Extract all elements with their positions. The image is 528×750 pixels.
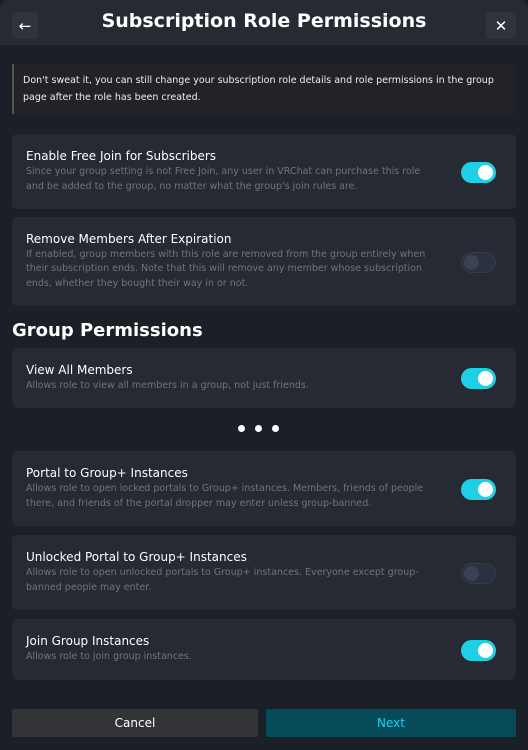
permission-title: Join Group Instances	[26, 634, 150, 649]
more-ellipsis-icon	[238, 425, 279, 432]
setting-remove-members: Remove Members After Expiration If enabl…	[12, 217, 516, 306]
setting-title: Enable Free Join for Subscribers	[26, 149, 217, 163]
close-icon: ✕	[494, 16, 508, 35]
setting-desc: Since your group setting is not Free Joi…	[26, 166, 421, 192]
permission-portal-group-plus: Portal to Group+ Instances Allows role t…	[12, 451, 516, 526]
header: ← Subscription Role Permissions ✕	[0, 0, 528, 45]
unlocked-portal-toggle[interactable]	[461, 562, 496, 584]
page-title: Subscription Role Permissions	[101, 10, 427, 32]
permission-title: Unlocked Portal to Group+ Instances	[26, 550, 247, 564]
close-button[interactable]: ✕	[486, 12, 516, 39]
setting-title: Remove Members After Expiration	[26, 231, 232, 246]
permission-desc: Allows role to open locked portals to Gr…	[26, 483, 424, 509]
setting-desc: If enabled, group members with this role…	[26, 248, 426, 289]
free-join-toggle[interactable]	[461, 161, 496, 183]
info-notice: Don't sweat it, you can still change you…	[12, 64, 516, 114]
permission-title: View All Members	[26, 362, 133, 377]
cancel-button[interactable]: Cancel	[12, 709, 258, 737]
permission-desc: Allows role to open unlocked portals to …	[26, 567, 419, 593]
join-instances-toggle[interactable]	[461, 639, 496, 661]
next-button[interactable]: Next	[266, 709, 516, 737]
setting-free-join: Enable Free Join for Subscribers Since y…	[12, 134, 516, 209]
remove-members-toggle[interactable]	[461, 251, 496, 273]
permission-join-instances: Join Group Instances Allows role to join…	[12, 619, 516, 680]
permission-view-all-members: View All Members Allows role to view all…	[12, 348, 516, 408]
permission-desc: Allows role to view all members in a gro…	[26, 379, 309, 391]
portal-group-plus-toggle[interactable]	[461, 478, 496, 500]
section-heading: Group Permissions	[12, 320, 203, 341]
view-all-members-toggle[interactable]	[461, 368, 496, 389]
permission-title: Portal to Group+ Instances	[26, 466, 188, 480]
permission-desc: Allows role to join group instances.	[26, 651, 192, 663]
permission-unlocked-portal: Unlocked Portal to Group+ Instances Allo…	[12, 535, 516, 610]
